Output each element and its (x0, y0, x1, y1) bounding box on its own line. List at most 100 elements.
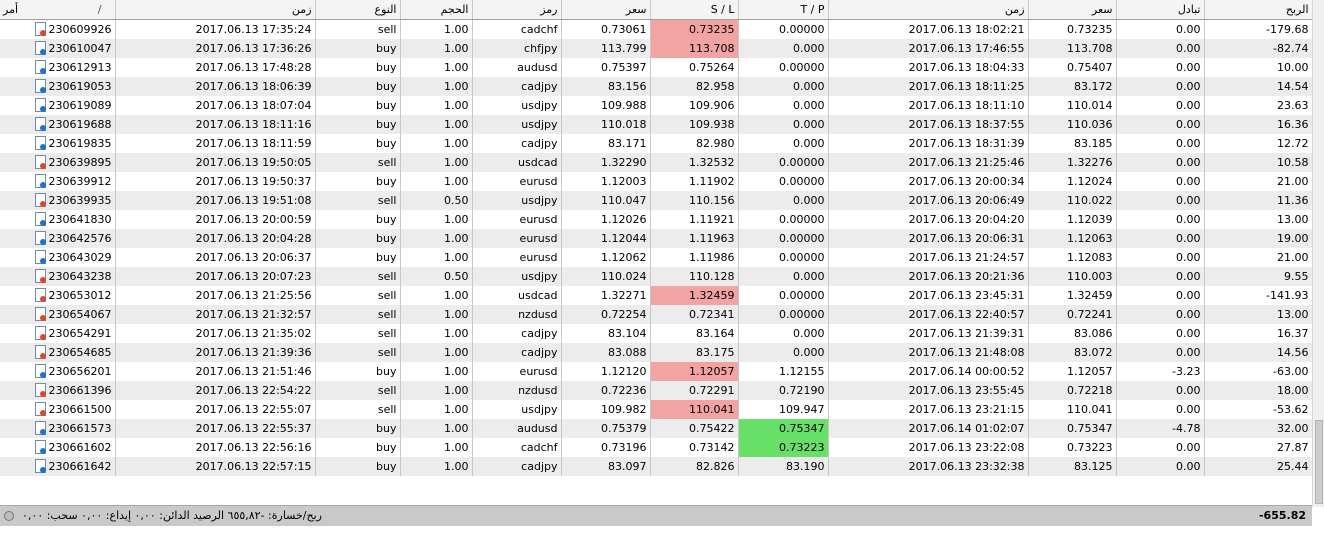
table-row[interactable]: 230643029 2017.06.13 20:06:37 buy 1.00 eurus… (0, 248, 1313, 267)
cell-type: sell (315, 324, 401, 343)
column-header-volume[interactable]: الحجم (400, 0, 473, 20)
cell-tp: 0.000 (738, 191, 829, 210)
cell-volume: 1.00 (400, 19, 473, 39)
cell-open-time: 2017.06.13 21:25:56 (115, 286, 316, 305)
table-row[interactable]: 230642576 2017.06.13 20:04:28 buy 1.00 eurus… (0, 229, 1313, 248)
cell-swap: 0.00 (1116, 457, 1205, 476)
cell-close-time: 2017.06.13 18:11:10 (828, 96, 1029, 115)
cell-tp: 0.000 (738, 267, 829, 286)
sell-ticket-icon (34, 383, 46, 397)
table-row[interactable]: 230639895 2017.06.13 19:50:05 sell 1.00 usdc… (0, 153, 1313, 172)
table-row[interactable]: 230619053 2017.06.13 18:06:39 buy 1.00 cadjp… (0, 77, 1313, 96)
order-number: 230641830 (48, 213, 112, 226)
cell-profit: 14.54 (1204, 77, 1313, 96)
buy-ticket-icon (34, 231, 46, 245)
table-row[interactable]: 230661500 2017.06.13 22:55:07 sell 1.00 usdj… (0, 400, 1313, 419)
table-row[interactable]: 230610047 2017.06.13 17:36:26 buy 1.00 chfjp… (0, 39, 1313, 58)
cell-symbol: chfjpy (472, 39, 562, 58)
cell-sl: 0.75422 (650, 419, 739, 438)
table-row[interactable]: 230619688 2017.06.13 18:11:16 buy 1.00 usdjp… (0, 115, 1313, 134)
table-row[interactable]: 230639935 2017.06.13 19:51:08 sell 0.50 usdj… (0, 191, 1313, 210)
table-row[interactable]: 230661396 2017.06.13 22:54:22 sell 1.00 nzdu… (0, 381, 1313, 400)
table-row[interactable]: 230643238 2017.06.13 20:07:23 sell 0.50 usdj… (0, 267, 1313, 286)
cell-volume: 1.00 (400, 286, 473, 305)
cell-tp: 0.00000 (738, 248, 829, 267)
cell-profit: -63.00 (1204, 362, 1313, 381)
cell-swap: 0.00 (1116, 134, 1205, 153)
order-number: 230639912 (48, 175, 112, 188)
column-header-sl[interactable]: S / L (650, 0, 739, 20)
table-row[interactable]: 230654291 2017.06.13 21:35:02 sell 1.00 cadj… (0, 324, 1313, 343)
cell-sl: 82.826 (650, 457, 739, 476)
cell-open-price: 0.73196 (561, 438, 651, 457)
vertical-scrollbar[interactable] (1312, 0, 1324, 507)
cell-open-price: 0.72236 (561, 381, 651, 400)
cell-sl: 1.32459 (650, 286, 739, 305)
cell-close-time: 2017.06.13 22:40:57 (828, 305, 1029, 324)
column-header-symbol[interactable]: رمز (472, 0, 562, 20)
column-header-close-time[interactable]: زمن (828, 0, 1029, 20)
table-row[interactable]: 230654685 2017.06.13 21:39:36 sell 1.00 cadj… (0, 343, 1313, 362)
table-row[interactable]: 230653012 2017.06.13 21:25:56 sell 1.00 usdc… (0, 286, 1313, 305)
cell-volume: 1.00 (400, 210, 473, 229)
column-header-order[interactable]: أمر / (0, 0, 116, 20)
table-row[interactable]: 230612913 2017.06.13 17:48:28 buy 1.00 audus… (0, 58, 1313, 77)
cell-open-price: 0.75379 (561, 419, 651, 438)
cell-open-time: 2017.06.13 17:48:28 (115, 58, 316, 77)
column-header-close-price[interactable]: سعر (1028, 0, 1117, 20)
cell-tp: 0.000 (738, 39, 829, 58)
cell-profit: -53.62 (1204, 400, 1313, 419)
cell-profit: -179.68 (1204, 19, 1313, 39)
cell-profit: 10.00 (1204, 58, 1313, 77)
column-header-profit[interactable]: الربح (1204, 0, 1313, 20)
cell-sl: 0.73235 (650, 19, 739, 39)
cell-profit: 10.58 (1204, 153, 1313, 172)
cell-close-price: 83.125 (1028, 457, 1117, 476)
cell-type: buy (315, 134, 401, 153)
cell-order: 230656201 (0, 362, 116, 381)
summary-footer-row: ربح/خسارة: -٦٥٥,٨٢ الرصيد الدائن: ٠,٠٠ إ… (0, 505, 1312, 526)
cell-open-time: 2017.06.13 21:35:02 (115, 324, 316, 343)
table-row[interactable]: 230641830 2017.06.13 20:00:59 buy 1.00 eurus… (0, 210, 1313, 229)
column-header-type[interactable]: النوع (315, 0, 401, 20)
cell-type: buy (315, 419, 401, 438)
cell-symbol: usdjpy (472, 191, 562, 210)
cell-order: 230654067 (0, 305, 116, 324)
table-row[interactable]: 230609926 2017.06.13 17:35:24 sell 1.00 cadc… (0, 19, 1313, 39)
cell-sl: 1.11921 (650, 210, 739, 229)
sell-ticket-icon (34, 345, 46, 359)
table-row[interactable]: 230639912 2017.06.13 19:50:37 buy 1.00 eurus… (0, 172, 1313, 191)
table-row[interactable]: 230619089 2017.06.13 18:07:04 buy 1.00 usdjp… (0, 96, 1313, 115)
column-header-tp[interactable]: T / P (738, 0, 829, 20)
cell-swap: 0.00 (1116, 267, 1205, 286)
table-row[interactable]: 230619835 2017.06.13 18:11:59 buy 1.00 cadjp… (0, 134, 1313, 153)
table-row[interactable]: 230656201 2017.06.13 21:51:46 buy 1.00 eurus… (0, 362, 1313, 381)
cell-tp: 0.000 (738, 77, 829, 96)
column-header-open-time[interactable]: زمن (115, 0, 316, 20)
table-row[interactable]: 230661642 2017.06.13 22:57:15 buy 1.00 cadjp… (0, 457, 1313, 476)
order-number: 230661573 (48, 422, 112, 435)
cell-symbol: usdjpy (472, 96, 562, 115)
cell-sl: 110.128 (650, 267, 739, 286)
cell-order: 230612913 (0, 58, 116, 77)
column-header-open-price[interactable]: سعر (561, 0, 651, 20)
table-row[interactable]: 230661573 2017.06.13 22:55:37 buy 1.00 audus… (0, 419, 1313, 438)
cell-volume: 1.00 (400, 248, 473, 267)
cell-sl: 1.32532 (650, 153, 739, 172)
cell-volume: 0.50 (400, 191, 473, 210)
cell-profit: 18.00 (1204, 381, 1313, 400)
bottom-strip (0, 526, 1324, 537)
cell-tp: 0.00000 (738, 286, 829, 305)
cell-swap: -4.78 (1116, 419, 1205, 438)
column-header-swap[interactable]: تبادل (1116, 0, 1205, 20)
scrollbar-thumb[interactable] (1315, 420, 1323, 504)
cell-tp: 0.00000 (738, 19, 829, 39)
cell-close-time: 2017.06.13 18:37:55 (828, 115, 1029, 134)
order-number: 230653012 (48, 289, 112, 302)
table-row[interactable]: 230654067 2017.06.13 21:32:57 sell 1.00 nzdu… (0, 305, 1313, 324)
status-circle-icon (4, 511, 14, 521)
cell-symbol: usdjpy (472, 267, 562, 286)
cell-symbol: audusd (472, 419, 562, 438)
table-row[interactable]: 230661602 2017.06.13 22:56:16 buy 1.00 cadch… (0, 438, 1313, 457)
cell-swap: 0.00 (1116, 172, 1205, 191)
